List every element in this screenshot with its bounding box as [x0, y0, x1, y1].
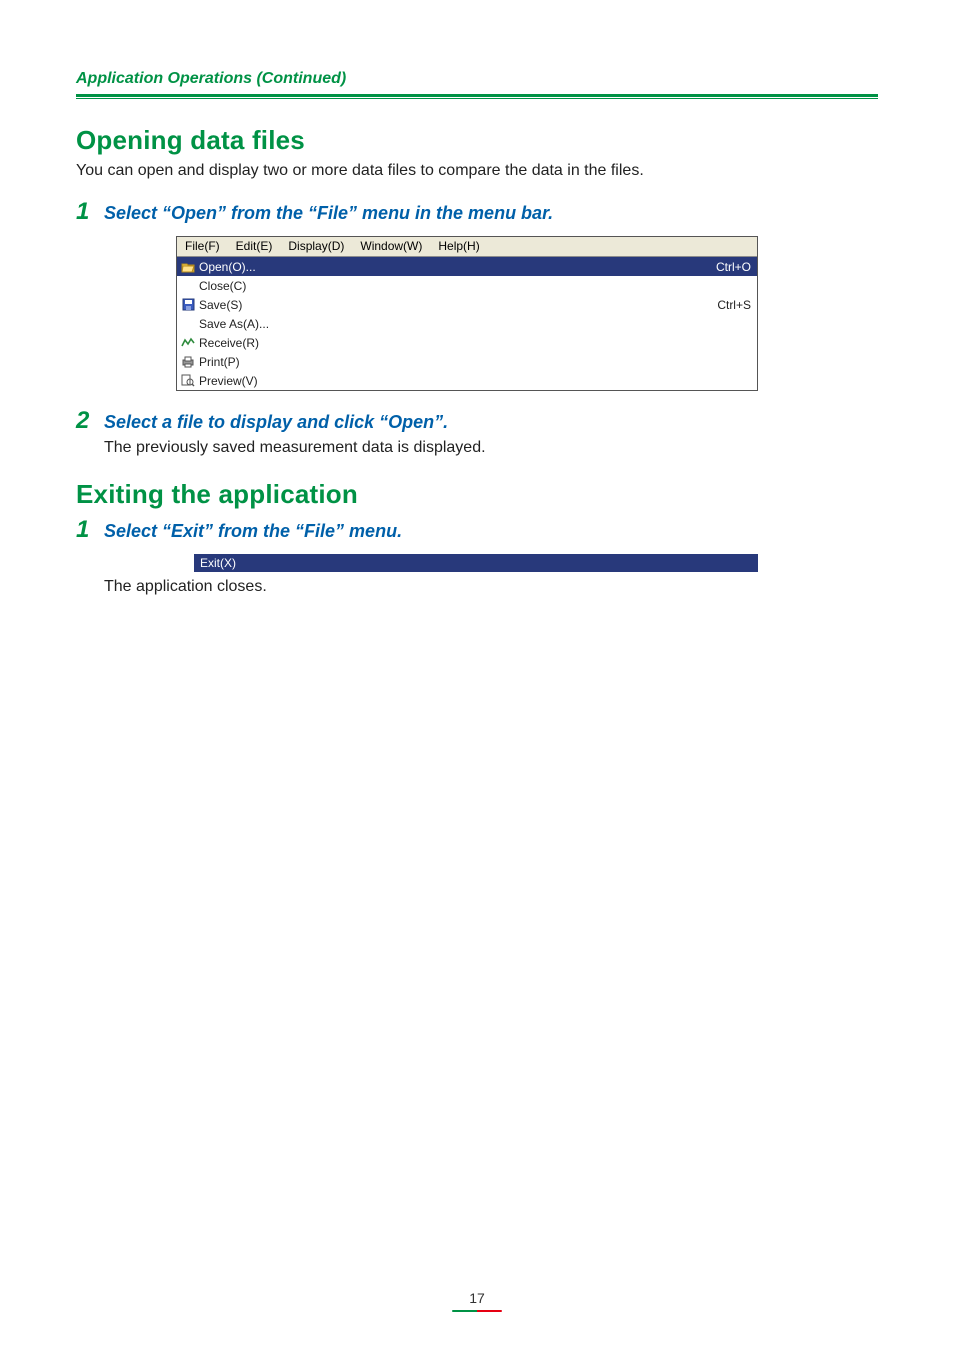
screenshot-file-menu: File(F) Edit(E) Display(D) Window(W) Hel…: [176, 236, 758, 391]
menu-shortcut: Ctrl+O: [716, 260, 757, 274]
menu-label: Print(P): [197, 355, 751, 369]
step-number: 1: [76, 516, 94, 544]
menu-item-preview[interactable]: Preview(V): [177, 371, 757, 390]
menubar-window[interactable]: Window(W): [352, 237, 430, 256]
preview-icon: [179, 373, 197, 389]
step-2: 2 Select a file to display and click “Op…: [76, 407, 878, 435]
section-title-opening: Opening data files: [76, 125, 878, 156]
page-footer: 17: [0, 1290, 954, 1312]
screenshot-exit-menu: Exit(X): [176, 554, 758, 572]
page-number: 17: [469, 1290, 485, 1306]
step-text: Select a file to display and click “Open…: [104, 412, 448, 433]
section-intro: You can open and display two or more dat…: [76, 162, 878, 180]
menubar-help[interactable]: Help(H): [430, 237, 487, 256]
menubar-file[interactable]: File(F): [177, 237, 228, 256]
menu-item-save-as[interactable]: Save As(A)...: [177, 314, 757, 333]
file-dropdown: Open(O)... Ctrl+O Close(C) Save(S) Ctrl+…: [177, 257, 757, 390]
blank-icon: [179, 316, 197, 332]
step-text: Select “Exit” from the “File” menu.: [104, 521, 402, 542]
open-icon: [179, 259, 197, 275]
menu-item-open[interactable]: Open(O)... Ctrl+O: [177, 257, 757, 276]
menubar: File(F) Edit(E) Display(D) Window(W) Hel…: [177, 237, 757, 257]
menu-item-receive[interactable]: Receive(R): [177, 333, 757, 352]
step-2-note: The previously saved measurement data is…: [104, 439, 878, 457]
menu-shortcut: Ctrl+S: [717, 298, 757, 312]
blank-icon: [179, 278, 197, 294]
step-number: 1: [76, 198, 94, 226]
save-icon: [179, 297, 197, 313]
menu-label: Close(C): [197, 279, 751, 293]
menubar-edit[interactable]: Edit(E): [228, 237, 281, 256]
section-title-exiting: Exiting the application: [76, 479, 878, 510]
menu-item-exit[interactable]: Exit(X): [176, 554, 758, 572]
print-icon: [179, 354, 197, 370]
running-header: Application Operations (Continued): [76, 70, 878, 88]
step-number: 2: [76, 407, 94, 435]
menu-label: Exit(X): [194, 556, 236, 570]
blank-icon: [176, 554, 194, 572]
menu-item-close[interactable]: Close(C): [177, 276, 757, 295]
footer-rule: [452, 1310, 502, 1312]
menu-label: Preview(V): [197, 374, 751, 388]
step-1: 1 Select “Open” from the “File” menu in …: [76, 198, 878, 226]
step-text: Select “Open” from the “File” menu in th…: [104, 203, 553, 224]
menu-label: Open(O)...: [197, 260, 716, 274]
exit-note: The application closes.: [104, 578, 878, 596]
exit-step-1: 1 Select “Exit” from the “File” menu.: [76, 516, 878, 544]
menu-label: Receive(R): [197, 336, 751, 350]
header-rule: [76, 94, 878, 99]
menu-item-print[interactable]: Print(P): [177, 352, 757, 371]
menu-label: Save As(A)...: [197, 317, 751, 331]
menu-label: Save(S): [197, 298, 717, 312]
menubar-display[interactable]: Display(D): [280, 237, 352, 256]
menu-item-save[interactable]: Save(S) Ctrl+S: [177, 295, 757, 314]
receive-icon: [179, 335, 197, 351]
